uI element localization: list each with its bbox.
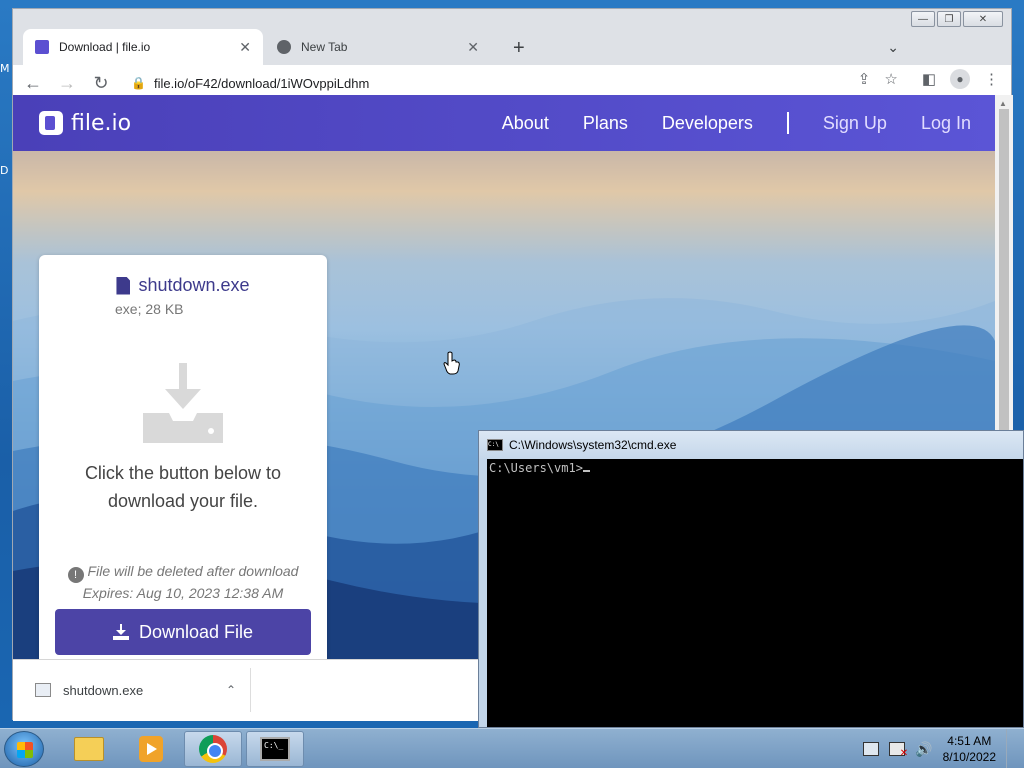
toolbar-actions: ⇪ ☆ ◧ ● ⋮ xyxy=(858,69,999,89)
clock-time: 4:51 AM xyxy=(947,734,992,748)
nav-links: About Plans Developers Sign Up Log In xyxy=(502,95,971,151)
tab-title: Download | file.io xyxy=(59,40,151,54)
menu-kebab-icon[interactable]: ⋮ xyxy=(984,70,999,88)
taskbar: C:\_ 🔊 4:51 AM 8/10/2022 xyxy=(0,728,1024,768)
reload-button[interactable]: ↻ xyxy=(87,69,115,97)
logo-text: file.io xyxy=(71,110,132,136)
exclamation-icon: ! xyxy=(67,567,84,583)
cmd-console[interactable]: C:\Users\vm1> xyxy=(487,459,1023,727)
clock[interactable]: 4:51 AM 8/10/2022 xyxy=(943,733,996,765)
tab-download-fileio[interactable]: Download | file.io ✕ xyxy=(23,29,263,65)
chrome-favicon-icon xyxy=(277,40,291,54)
forward-button[interactable]: → xyxy=(53,69,81,97)
nav-divider xyxy=(786,112,789,134)
tab-strip: Download | file.io ✕ New Tab ✕ + ⌄ xyxy=(13,21,1011,65)
nav-plans[interactable]: Plans xyxy=(583,113,628,134)
folder-icon xyxy=(74,737,104,761)
taskbar-media-player[interactable] xyxy=(122,731,180,767)
download-file-button[interactable]: Download File xyxy=(55,609,311,655)
download-card: shutdown.exe exe; 28 KB Click the button… xyxy=(39,255,327,659)
tab-search-button[interactable]: ⌄ xyxy=(887,39,899,56)
cmd-prompt: C:\Users\vm1> xyxy=(489,461,583,475)
cmd-window[interactable]: C:\ C:\Windows\system32\cmd.exe C:\Users… xyxy=(478,430,1024,728)
chevron-up-icon[interactable]: ⌃ xyxy=(226,683,236,697)
nav-log-in[interactable]: Log In xyxy=(921,113,971,134)
cmd-cursor xyxy=(582,462,590,472)
deletion-warning: ! File will be deleted after download Exp… xyxy=(55,561,311,603)
tab-title: New Tab xyxy=(301,40,348,54)
download-tray-icon xyxy=(143,363,223,443)
download-button-label: Download File xyxy=(138,621,254,642)
desktop-icon-label[interactable]: M xyxy=(0,62,10,75)
nav-about[interactable]: About xyxy=(502,113,549,134)
side-panel-icon[interactable]: ◧ xyxy=(922,70,936,88)
file-icon xyxy=(116,276,131,295)
cmd-icon: C:\_ xyxy=(260,737,290,761)
tab-new-tab[interactable]: New Tab ✕ xyxy=(265,29,491,65)
clock-date: 8/10/2022 xyxy=(942,750,996,764)
download-icon xyxy=(112,624,129,640)
close-tab-icon[interactable]: ✕ xyxy=(239,39,251,56)
new-tab-button[interactable]: + xyxy=(513,37,525,60)
site-logo[interactable]: file.io xyxy=(39,111,131,136)
network-icon[interactable] xyxy=(863,742,880,756)
taskbar-explorer[interactable] xyxy=(60,731,118,767)
nav-developers[interactable]: Developers xyxy=(662,113,753,134)
fileio-favicon-icon xyxy=(35,40,49,54)
scroll-up-arrow-icon[interactable]: ▲ xyxy=(999,99,1007,108)
download-instructions: Click the button below to download your … xyxy=(84,463,282,511)
volume-icon[interactable]: 🔊 xyxy=(915,741,932,758)
file-name-row: shutdown.exe xyxy=(39,275,327,296)
nav-sign-up[interactable]: Sign Up xyxy=(823,113,887,134)
exe-file-icon xyxy=(35,683,51,697)
file-meta: exe; 28 KB xyxy=(115,301,184,317)
close-tab-icon[interactable]: ✕ xyxy=(467,39,479,56)
start-button[interactable] xyxy=(4,731,44,767)
profile-avatar-icon[interactable]: ● xyxy=(950,69,970,89)
cmd-title: C:\Windows\system32\cmd.exe xyxy=(509,438,677,452)
site-navbar: file.io About Plans Developers Sign Up L… xyxy=(13,95,995,151)
download-item-name: shutdown.exe xyxy=(63,682,144,698)
share-icon[interactable]: ⇪ xyxy=(858,70,871,88)
bookmark-star-icon[interactable]: ☆ xyxy=(884,70,897,88)
file-name: shutdown.exe xyxy=(138,275,250,295)
url-text[interactable]: file.io/oF42/download/1iWOvppiLdhm xyxy=(154,76,369,91)
warning-text: File will be deleted after download xyxy=(87,563,299,579)
address-bar[interactable]: 🔒 file.io/oF42/download/1iWOvppiLdhm xyxy=(125,69,825,97)
expiry-text: Expires: Aug 10, 2023 12:38 AM xyxy=(82,585,284,601)
chrome-icon xyxy=(199,735,227,763)
taskbar-cmd[interactable]: C:\_ xyxy=(246,731,304,767)
fileio-logo-icon xyxy=(39,111,63,135)
download-item[interactable]: shutdown.exe ⌃ xyxy=(21,668,251,712)
cmd-titlebar[interactable]: C:\ C:\Windows\system32\cmd.exe xyxy=(479,431,1023,459)
lock-icon[interactable]: 🔒 xyxy=(131,76,146,90)
taskbar-chrome[interactable] xyxy=(184,731,242,767)
media-player-icon xyxy=(139,736,163,762)
desktop-icon-label[interactable]: D xyxy=(0,164,8,177)
show-desktop-button[interactable] xyxy=(1006,729,1016,768)
system-tray: 🔊 4:51 AM 8/10/2022 xyxy=(863,729,1016,768)
cmd-window-icon: C:\ xyxy=(487,439,503,451)
hand-cursor-icon xyxy=(443,351,460,375)
back-button[interactable]: ← xyxy=(19,69,47,97)
action-center-alert-icon[interactable] xyxy=(889,742,908,759)
